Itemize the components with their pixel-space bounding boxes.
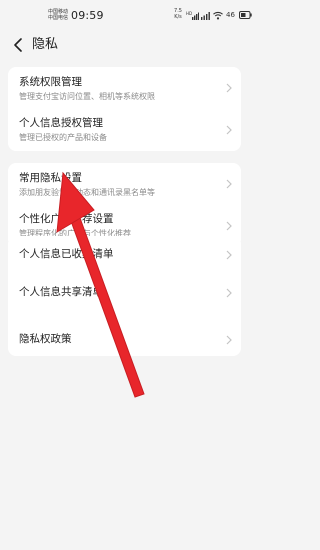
list-item-title: 隐私权政策	[19, 333, 72, 345]
signal-icon-2	[201, 11, 211, 20]
list-item-shared-info-list[interactable]: 个人信息共享清单	[8, 272, 241, 310]
signal-icon: HD	[186, 11, 199, 20]
list-item-privacy-policy[interactable]: 隐私权政策	[8, 310, 241, 356]
chevron-right-icon	[226, 250, 232, 260]
page-header: 隐私	[0, 34, 250, 56]
list-item-title: 常用隐私设置	[19, 172, 82, 184]
back-arrow-icon	[14, 38, 22, 52]
battery-icon	[238, 11, 252, 19]
carrier-2: 中国电信	[48, 15, 69, 21]
chevron-right-icon	[226, 335, 232, 345]
battery-percentage: 46	[226, 11, 235, 19]
settings-card: 常用隐私设置 添加朋友验证、动态和通讯录黑名单等 个性化广告推荐设置 管理程序化…	[8, 163, 241, 247]
page-title: 隐私	[32, 37, 59, 52]
permissions-card: 系统权限管理 管理支付宝访问位置、相机等系统权限 个人信息授权管理 管理已授权的…	[8, 67, 241, 151]
list-item-subtitle: 管理已授权的产品和设备	[19, 133, 107, 142]
status-icons: HD 46	[186, 9, 252, 21]
svg-text:HD: HD	[186, 11, 192, 16]
chevron-right-icon	[226, 179, 232, 189]
list-item-title: 个人信息已收集清单	[19, 248, 114, 260]
list-item-common-privacy-settings[interactable]: 常用隐私设置 添加朋友验证、动态和通讯录黑名单等	[8, 163, 241, 205]
chevron-right-icon	[226, 221, 232, 231]
chevron-right-icon	[226, 125, 232, 135]
chevron-right-icon	[226, 83, 232, 93]
back-button[interactable]	[10, 37, 26, 53]
network-speed: 7.5 K/s	[173, 8, 183, 20]
list-item-personal-info-authorization[interactable]: 个人信息授权管理 管理已授权的产品和设备	[8, 109, 241, 151]
chevron-right-icon	[226, 288, 232, 298]
status-time: 09:59	[71, 9, 104, 22]
list-item-title: 个人信息授权管理	[19, 117, 103, 129]
wifi-icon	[213, 11, 223, 20]
status-bar: 中国移动 中国电信 09:59 7.5 K/s HD 46	[0, 0, 252, 34]
list-item-title: 个性化广告推荐设置	[19, 213, 114, 225]
list-item-title: 个人信息共享清单	[19, 286, 103, 298]
network-speed-unit: K/s	[174, 14, 182, 20]
list-item-collected-info-list[interactable]: 个人信息已收集清单	[8, 236, 241, 272]
documents-card: 个人信息已收集清单 个人信息共享清单 隐私权政策	[8, 236, 241, 356]
list-item-system-permissions[interactable]: 系统权限管理 管理支付宝访问位置、相机等系统权限	[8, 67, 241, 109]
carrier-labels: 中国移动 中国电信	[48, 9, 68, 21]
list-item-subtitle: 添加朋友验证、动态和通讯录黑名单等	[19, 188, 155, 197]
list-item-title: 系统权限管理	[19, 76, 82, 88]
list-item-subtitle: 管理支付宝访问位置、相机等系统权限	[19, 92, 155, 101]
